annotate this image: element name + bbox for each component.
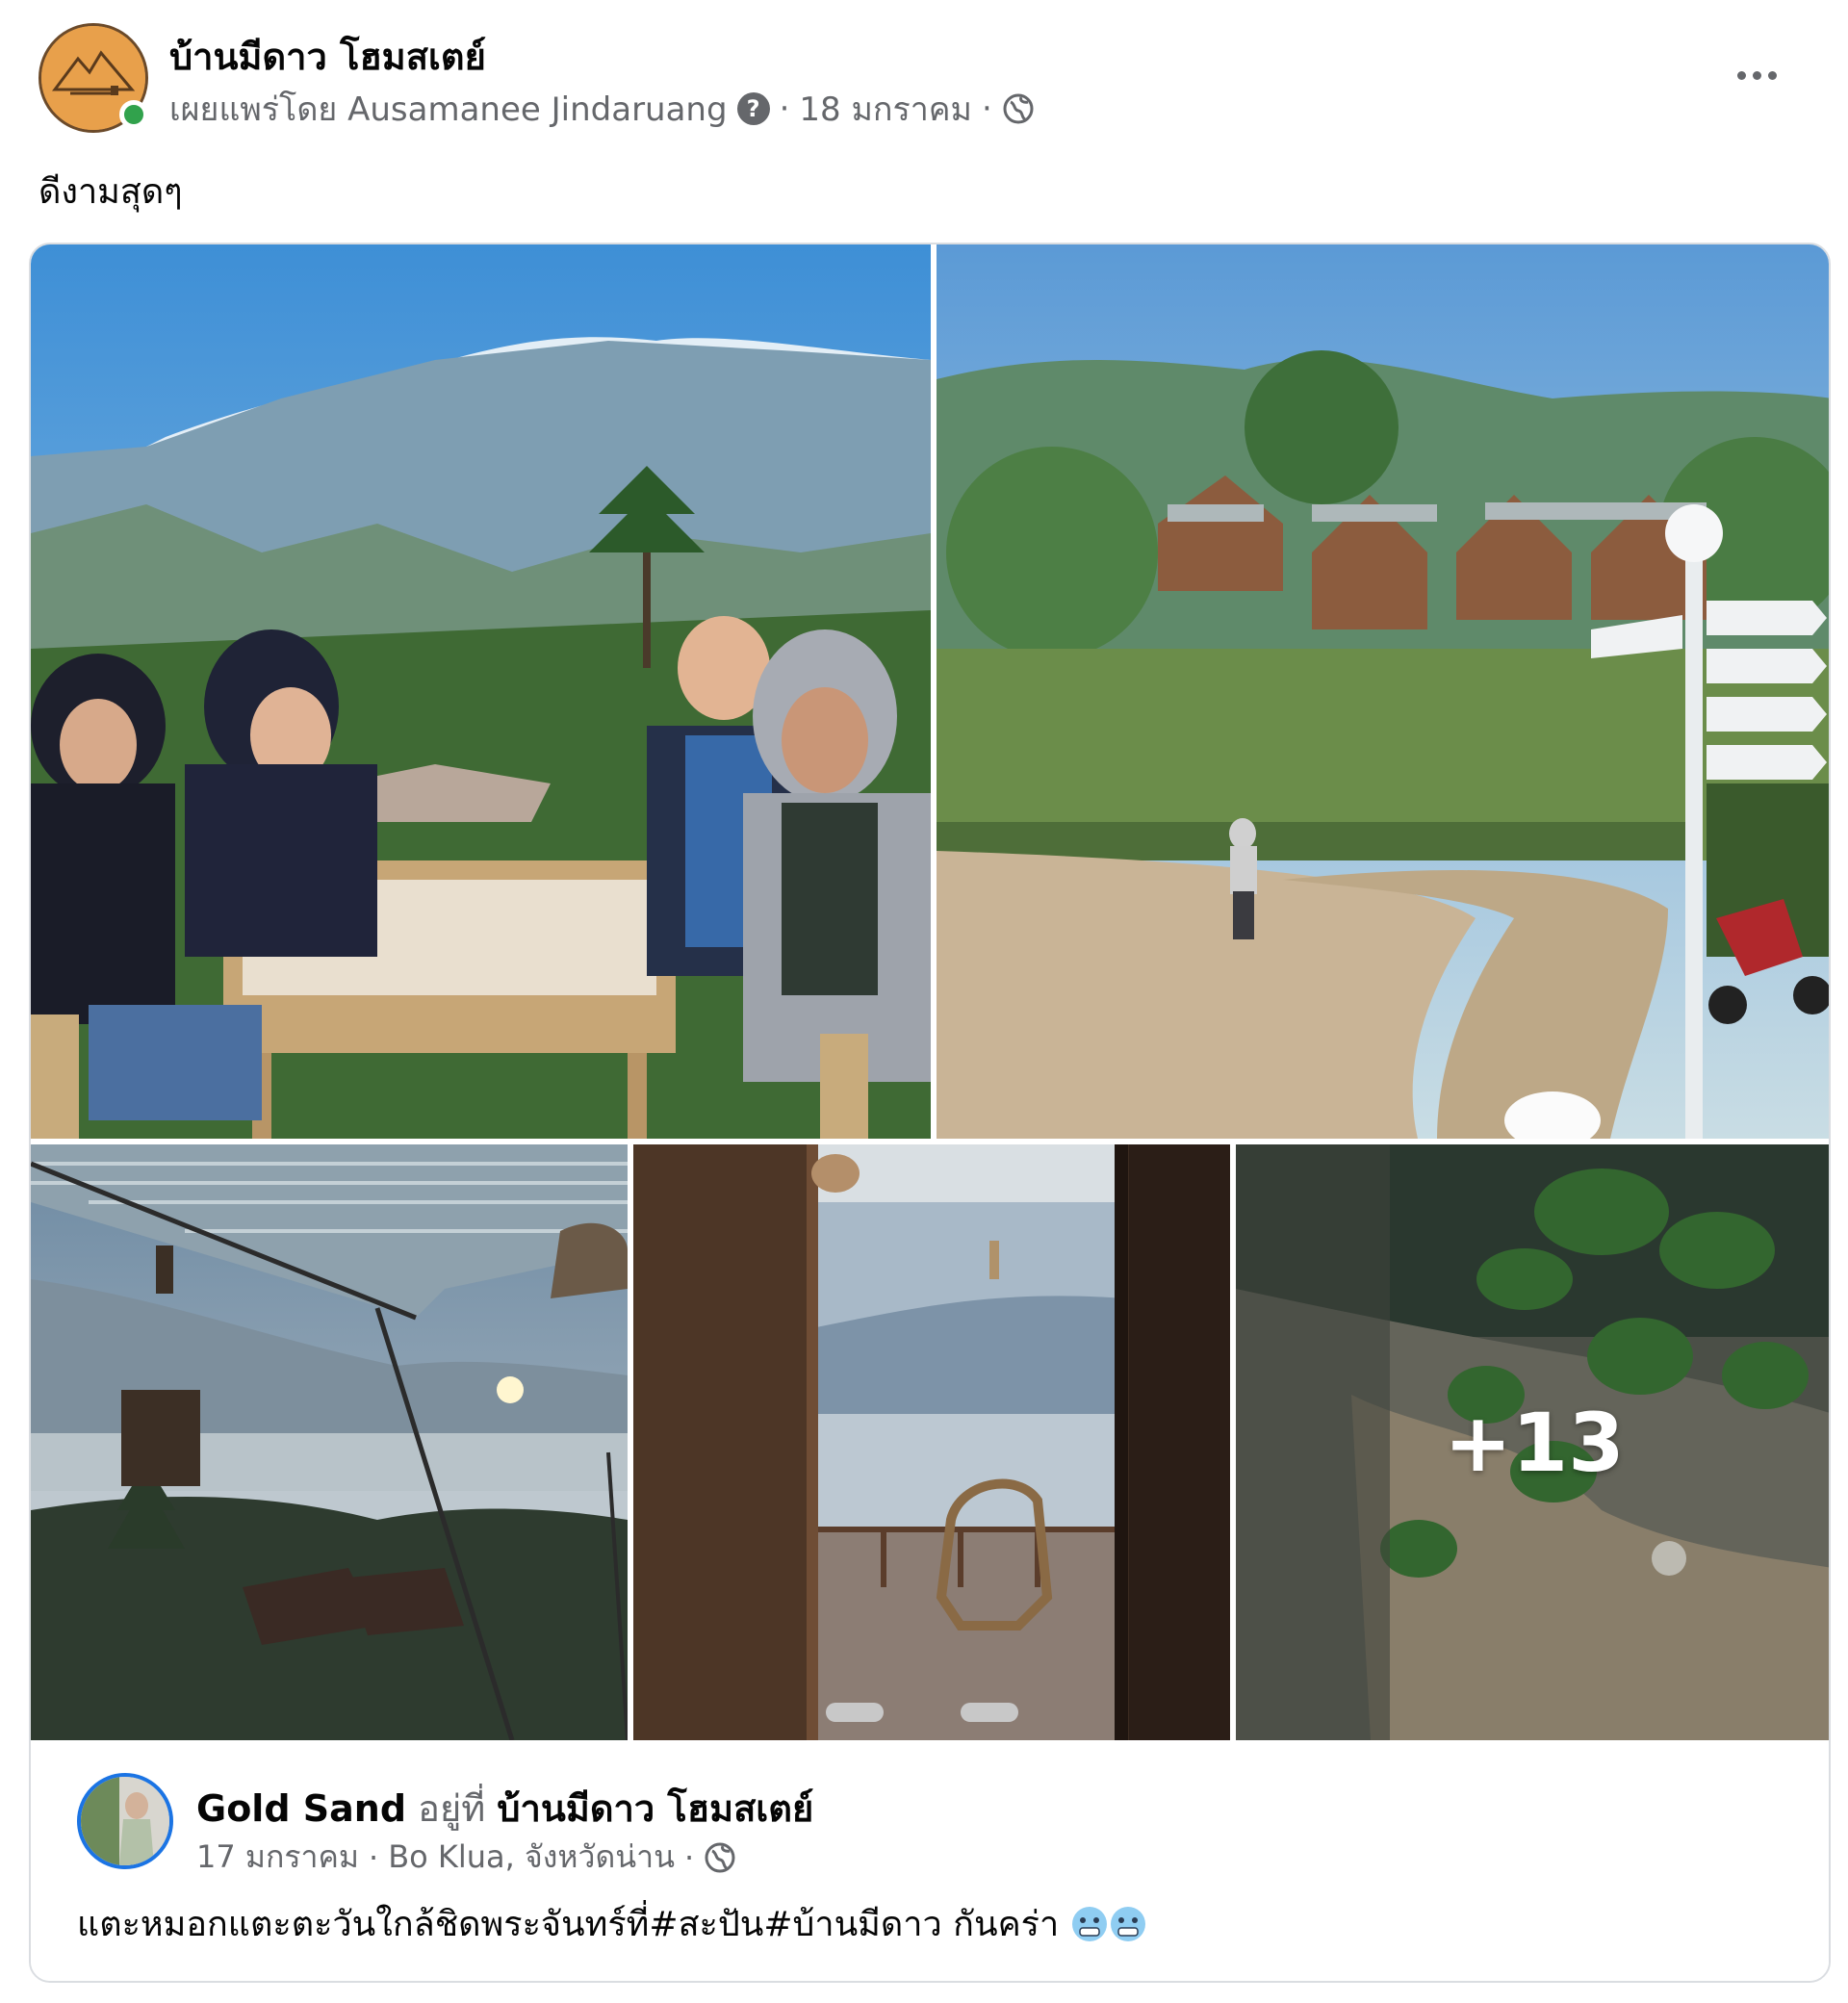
meta-separator: · (779, 90, 790, 128)
shared-at-label: อยู่ที่ (418, 1787, 486, 1830)
shared-author-name[interactable]: Gold Sand (196, 1787, 406, 1830)
photo-balcony-view[interactable] (633, 1144, 1230, 1740)
more-photos-count: +13 (1236, 1144, 1829, 1740)
published-by-text: เผยแพร่โดย Ausamanee Jindaruang (169, 90, 728, 129)
more-horizontal-icon (1736, 70, 1746, 80)
shared-date-link[interactable]: 17 มกราคม (196, 1833, 359, 1882)
globe-icon (705, 1842, 735, 1872)
meta-separator: · (369, 1838, 379, 1876)
photo-card: +13 Gold Sand อยู่ที่ บ้านมีดาว โฮมสเตย์… (29, 243, 1831, 1983)
cold-face-emoji-icon (1110, 1907, 1145, 1941)
photo-group-breakfast[interactable] (31, 244, 931, 1139)
globe-icon (1003, 93, 1034, 124)
post-header: บ้านมีดาว โฮมสเตย์ เผยแพร่โดย Ausamanee … (38, 23, 1829, 139)
shared-meta: 17 มกราคม · Bo Klua, จังหวัดน่าน · (196, 1833, 736, 1882)
shared-post-text: แตะหมอกแตะตะวันใกล้ชิดพระจันทร์ที่#สะปัน… (77, 1896, 1147, 1951)
online-status-dot (119, 100, 148, 129)
more-options-button[interactable] (1723, 56, 1790, 94)
page-avatar[interactable] (38, 23, 148, 133)
post-text: ดีงามสุดๆ (38, 172, 183, 212)
photo-strawberry-more[interactable]: +13 (1236, 1144, 1829, 1740)
shared-name-line: Gold Sand อยู่ที่ บ้านมีดาว โฮมสเตย์ (196, 1779, 813, 1837)
post-meta: เผยแพร่โดย Ausamanee Jindaruang ? · 18 ม… (169, 83, 1035, 135)
meta-separator: · (981, 90, 992, 128)
question-icon[interactable]: ? (736, 92, 770, 125)
shared-location[interactable]: Bo Klua, จังหวัดน่าน (388, 1833, 675, 1882)
shared-place-link[interactable]: บ้านมีดาว โฮมสเตย์ (497, 1787, 813, 1830)
cold-face-emoji-icon (1071, 1907, 1107, 1941)
shared-author-avatar[interactable] (77, 1773, 173, 1869)
page-name-link[interactable]: บ้านมีดาว โฮมสเตย์ (169, 27, 486, 86)
photo-homestay-road[interactable] (937, 244, 1829, 1139)
post-date-link[interactable]: 18 มกราคม (799, 83, 972, 135)
meta-separator: · (683, 1838, 695, 1876)
shared-post: Gold Sand อยู่ที่ บ้านมีดาว โฮมสเตย์ 17 … (31, 1740, 1829, 1981)
shared-text-content: แตะหมอกแตะตะวันใกล้ชิดพระจันทร์ที่#สะปัน… (77, 1905, 1060, 1944)
photo-sunrise-terrace[interactable] (31, 1144, 628, 1740)
